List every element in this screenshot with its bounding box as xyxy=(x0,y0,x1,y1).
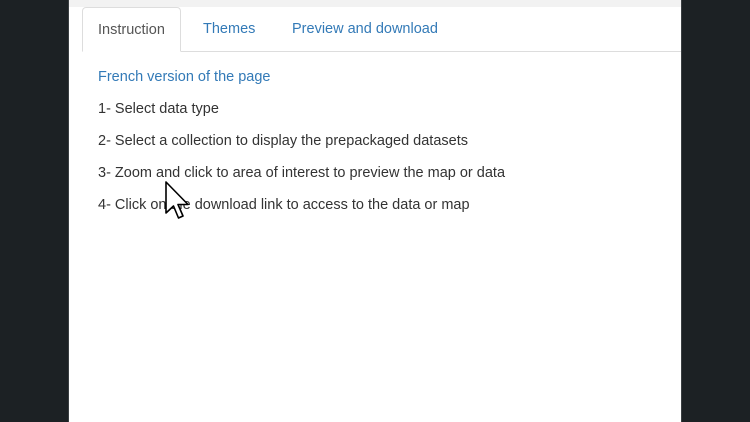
step-4: 4- Click on the download link to access … xyxy=(98,197,470,213)
step-2: 2- Select a collection to display the pr… xyxy=(98,133,468,149)
instruction-content: French version of the page 1- Select dat… xyxy=(98,66,671,226)
step-1: 1- Select data type xyxy=(98,101,219,117)
tab-preview-and-download[interactable]: Preview and download xyxy=(292,7,438,51)
french-version-link[interactable]: French version of the page xyxy=(98,66,671,88)
tab-themes[interactable]: Themes xyxy=(203,7,255,51)
tab-bar: Instruction Themes Preview and download xyxy=(82,7,681,52)
top-strip xyxy=(69,0,681,7)
tab-instruction[interactable]: Instruction xyxy=(82,7,181,52)
instruction-panel: Instruction Themes Preview and download … xyxy=(68,0,682,422)
step-3: 3- Zoom and click to area of interest to… xyxy=(98,165,506,181)
screen: Instruction Themes Preview and download … xyxy=(0,0,750,422)
